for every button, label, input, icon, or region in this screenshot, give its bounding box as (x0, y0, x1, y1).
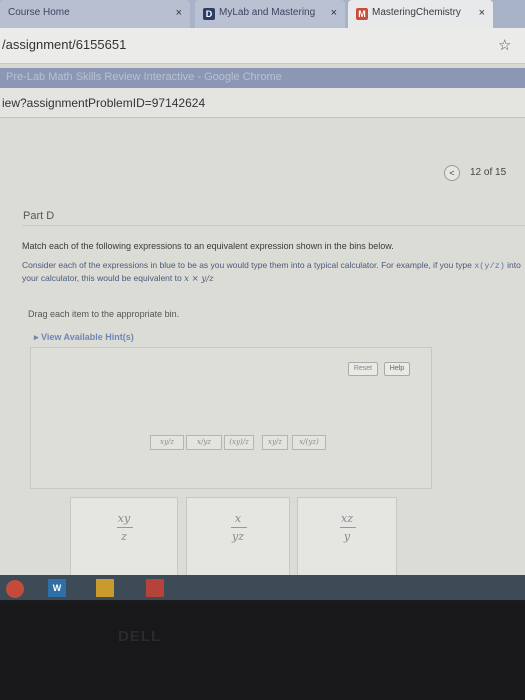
word-app-icon[interactable]: W (48, 579, 66, 597)
bin-numerator: xz (341, 512, 353, 525)
screen: Course Home × D MyLab and Mastering × M Ma… (0, 0, 525, 600)
bin-numerator: x (234, 512, 242, 525)
drag-item[interactable]: (xy)/z (224, 435, 254, 450)
close-icon[interactable]: × (176, 7, 182, 19)
example-paragraph: Consider each of the expressions in blue… (22, 259, 522, 285)
fraction-bar (231, 527, 247, 528)
address-url[interactable]: /assignment/6155651 (2, 37, 126, 52)
help-button[interactable]: Help (384, 362, 410, 376)
popup-address-bar: iew?assignmentProblemID=97142624 (0, 88, 525, 118)
popup-window-title[interactable]: Pre-Lab Math Skills Review Interactive -… (0, 68, 525, 88)
bin-denominator: yz (231, 530, 244, 543)
taskbar: W (0, 575, 525, 600)
prev-arrow-icon[interactable]: < (444, 165, 460, 181)
drag-instruction: Drag each item to the appropriate bin. (28, 309, 180, 319)
mastering-favicon-icon: M (356, 8, 368, 20)
drop-bin[interactable]: xy z (70, 497, 178, 577)
popup-address-url: iew?assignmentProblemID=97142624 (2, 96, 206, 110)
tab-mylab[interactable]: D MyLab and Mastering × (195, 0, 345, 28)
drag-item[interactable]: x/(yz) (292, 435, 326, 450)
mylab-favicon-icon: D (203, 8, 215, 20)
bookmark-star-icon[interactable]: ☆ (498, 36, 511, 54)
drag-item[interactable]: xy/z (262, 435, 288, 450)
bin-denominator: z (121, 530, 127, 543)
bin-numerator: xy (117, 512, 131, 525)
monitor-logo: DELL (118, 628, 162, 645)
drop-bin[interactable]: x yz (186, 497, 290, 577)
fraction-bar (117, 527, 133, 528)
instruction-text: Match each of the following expressions … (22, 241, 394, 251)
address-bar[interactable]: /assignment/6155651 ☆ (0, 28, 525, 64)
tab-label: Course Home (8, 7, 70, 18)
example-code: x(y/z) (474, 261, 505, 271)
tab-label: MyLab and Mastering (219, 7, 316, 18)
drag-item[interactable]: xy/z (150, 435, 184, 450)
part-label: Part D (23, 210, 55, 222)
folder-app-icon[interactable] (96, 579, 114, 597)
view-hints-link[interactable]: ▸ View Available Hint(s) (34, 332, 134, 343)
page-indicator: 12 of 15 (470, 167, 507, 178)
tab-label: MasteringChemistry (372, 7, 461, 18)
example-math: x × y/z (184, 274, 214, 284)
app-icon[interactable] (146, 579, 164, 597)
tab-strip: Course Home × D MyLab and Mastering × M Ma… (0, 0, 525, 30)
close-icon[interactable]: × (479, 7, 485, 19)
tab-course-home[interactable]: Course Home × (0, 0, 190, 28)
example-text: Consider each of the expressions in blue… (22, 260, 472, 270)
bin-denominator: y (343, 530, 351, 543)
fraction-bar (340, 527, 356, 528)
monitor-bezel (0, 603, 525, 700)
tab-masteringchemistry[interactable]: M MasteringChemistry × (348, 0, 493, 28)
reset-button[interactable]: Reset (348, 362, 378, 376)
close-icon[interactable]: × (331, 7, 337, 19)
drag-item[interactable]: x/yz (186, 435, 222, 450)
drop-bin[interactable]: xz y (297, 497, 397, 577)
problem-content: < 12 of 15 Part D Match each of the foll… (0, 119, 525, 577)
divider (22, 225, 525, 226)
start-button-icon[interactable] (6, 580, 24, 598)
